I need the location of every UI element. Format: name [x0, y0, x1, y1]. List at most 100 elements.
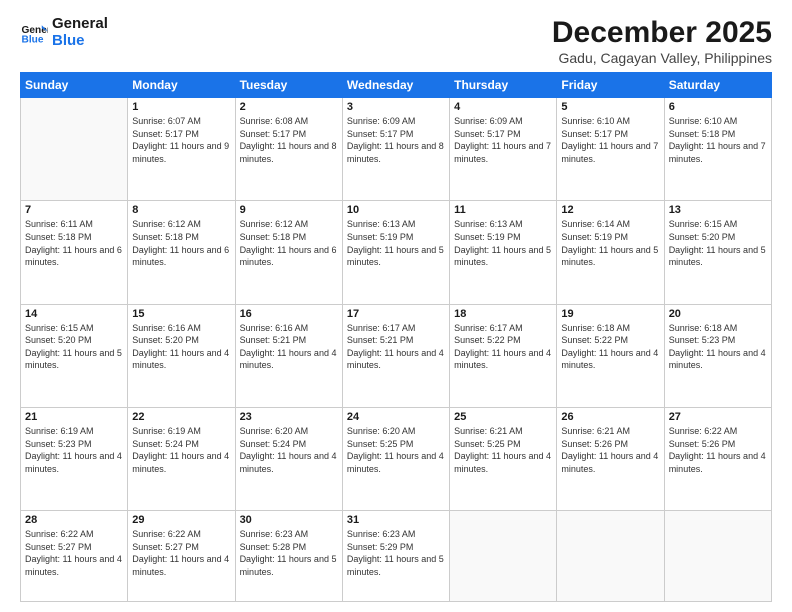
day-number: 27 [669, 411, 767, 423]
calendar-table: SundayMondayTuesdayWednesdayThursdayFrid… [20, 72, 772, 602]
day-number: 22 [132, 411, 230, 423]
calendar-cell: 18Sunrise: 6:17 AMSunset: 5:22 PMDayligh… [450, 304, 557, 407]
day-info: Sunrise: 6:10 AMSunset: 5:17 PMDaylight:… [561, 115, 659, 165]
page: General Blue GeneralBlue December 2025 G… [0, 0, 792, 612]
day-number: 8 [132, 204, 230, 216]
calendar-day-header: Sunday [21, 73, 128, 98]
day-number: 20 [669, 308, 767, 320]
day-info: Sunrise: 6:07 AMSunset: 5:17 PMDaylight:… [132, 115, 230, 165]
calendar-cell [664, 511, 771, 602]
calendar-day-header: Friday [557, 73, 664, 98]
calendar-cell: 19 Sunrise: 6:18 AMSunset: 5:22 PMDayligh… [557, 304, 664, 407]
calendar-cell: 17 Sunrise: 6:17 AMSunset: 5:21 PMDayligh… [342, 304, 449, 407]
day-info: Sunrise: 6:08 AMSunset: 5:17 PMDaylight:… [240, 115, 338, 165]
day-number: 10 [347, 204, 445, 216]
header: General Blue GeneralBlue December 2025 G… [20, 16, 772, 66]
calendar-day-header: Thursday [450, 73, 557, 98]
day-number: 25 [454, 411, 552, 423]
day-number: 3 [347, 101, 445, 113]
calendar-cell: 9 Sunrise: 6:12 AMSunset: 5:18 PMDaylight… [235, 201, 342, 304]
calendar-cell: 24 Sunrise: 6:20 AMSunset: 5:25 PMDayligh… [342, 407, 449, 510]
calendar-cell: 13Sunrise: 6:15 AMSunset: 5:20 PMDayligh… [664, 201, 771, 304]
day-info: Sunrise: 6:22 AMSunset: 5:27 PMDaylight:… [25, 528, 123, 578]
calendar-day-header: Monday [128, 73, 235, 98]
calendar-cell: 10 Sunrise: 6:13 AMSunset: 5:19 PMDayligh… [342, 201, 449, 304]
day-number: 11 [454, 204, 552, 216]
day-info: Sunrise: 6:16 AMSunset: 5:21 PMDaylight:… [240, 322, 338, 372]
calendar-cell: 31Sunrise: 6:23 AMSunset: 5:29 PMDayligh… [342, 511, 449, 602]
day-info: Sunrise: 6:20 AMSunset: 5:25 PMDaylight:… [347, 425, 445, 475]
day-number: 12 [561, 204, 659, 216]
day-info: Sunrise: 6:23 AMSunset: 5:29 PMDaylight:… [347, 528, 445, 578]
calendar-cell: 28 Sunrise: 6:22 AMSunset: 5:27 PMDayligh… [21, 511, 128, 602]
day-info: Sunrise: 6:13 AMSunset: 5:19 PMDaylight:… [347, 218, 445, 268]
day-number: 14 [25, 308, 123, 320]
logo-icon: General Blue [20, 19, 48, 47]
calendar-cell: 11 Sunrise: 6:13 AMSunset: 5:19 PMDayligh… [450, 201, 557, 304]
calendar-cell: 12 Sunrise: 6:14 AMSunset: 5:19 PMDayligh… [557, 201, 664, 304]
day-info: Sunrise: 6:15 AMSunset: 5:20 PMDaylight:… [25, 322, 123, 372]
calendar-cell: 3 Sunrise: 6:09 AMSunset: 5:17 PMDaylight… [342, 98, 449, 201]
day-info: Sunrise: 6:15 AMSunset: 5:20 PMDaylight:… [669, 218, 767, 268]
calendar-cell: 30Sunrise: 6:23 AMSunset: 5:28 PMDayligh… [235, 511, 342, 602]
main-title: December 2025 [552, 16, 772, 50]
day-number: 6 [669, 101, 767, 113]
day-number: 4 [454, 101, 552, 113]
day-number: 29 [132, 514, 230, 526]
day-info: Sunrise: 6:21 AMSunset: 5:26 PMDaylight:… [561, 425, 659, 475]
day-info: Sunrise: 6:10 AMSunset: 5:18 PMDaylight:… [669, 115, 767, 165]
day-number: 26 [561, 411, 659, 423]
svg-text:Blue: Blue [22, 34, 44, 45]
day-info: Sunrise: 6:09 AMSunset: 5:17 PMDaylight:… [454, 115, 552, 165]
day-number: 16 [240, 308, 338, 320]
day-info: Sunrise: 6:16 AMSunset: 5:20 PMDaylight:… [132, 322, 230, 372]
day-info: Sunrise: 6:14 AMSunset: 5:19 PMDaylight:… [561, 218, 659, 268]
calendar-cell: 4 Sunrise: 6:09 AMSunset: 5:17 PMDaylight… [450, 98, 557, 201]
title-block: December 2025 Gadu, Cagayan Valley, Phil… [552, 16, 772, 66]
day-number: 23 [240, 411, 338, 423]
day-info: Sunrise: 6:23 AMSunset: 5:28 PMDaylight:… [240, 528, 338, 578]
day-info: Sunrise: 6:17 AMSunset: 5:22 PMDaylight:… [454, 322, 552, 372]
day-info: Sunrise: 6:21 AMSunset: 5:25 PMDaylight:… [454, 425, 552, 475]
day-number: 28 [25, 514, 123, 526]
calendar-cell: 16 Sunrise: 6:16 AMSunset: 5:21 PMDayligh… [235, 304, 342, 407]
day-info: Sunrise: 6:11 AMSunset: 5:18 PMDaylight:… [25, 218, 123, 268]
calendar-cell: 29 Sunrise: 6:22 AMSunset: 5:27 PMDayligh… [128, 511, 235, 602]
day-number: 5 [561, 101, 659, 113]
calendar-cell: 14 Sunrise: 6:15 AMSunset: 5:20 PMDayligh… [21, 304, 128, 407]
calendar-cell: 1 Sunrise: 6:07 AMSunset: 5:17 PMDaylight… [128, 98, 235, 201]
calendar-header-row: SundayMondayTuesdayWednesdayThursdayFrid… [21, 73, 772, 98]
day-info: Sunrise: 6:20 AMSunset: 5:24 PMDaylight:… [240, 425, 338, 475]
calendar-cell: 5 Sunrise: 6:10 AMSunset: 5:17 PMDaylight… [557, 98, 664, 201]
calendar-cell: 25 Sunrise: 6:21 AMSunset: 5:25 PMDayligh… [450, 407, 557, 510]
calendar-cell [21, 98, 128, 201]
day-info: Sunrise: 6:13 AMSunset: 5:19 PMDaylight:… [454, 218, 552, 268]
day-info: Sunrise: 6:18 AMSunset: 5:22 PMDaylight:… [561, 322, 659, 372]
calendar-day-header: Saturday [664, 73, 771, 98]
day-number: 17 [347, 308, 445, 320]
day-info: Sunrise: 6:22 AMSunset: 5:26 PMDaylight:… [669, 425, 767, 475]
calendar-cell: 26 Sunrise: 6:21 AMSunset: 5:26 PMDayligh… [557, 407, 664, 510]
calendar-cell: 23 Sunrise: 6:20 AMSunset: 5:24 PMDayligh… [235, 407, 342, 510]
day-number: 24 [347, 411, 445, 423]
logo: General Blue GeneralBlue [20, 16, 108, 49]
calendar-cell: 22Sunrise: 6:19 AMSunset: 5:24 PMDayligh… [128, 407, 235, 510]
calendar-day-header: Wednesday [342, 73, 449, 98]
day-info: Sunrise: 6:19 AMSunset: 5:23 PMDaylight:… [25, 425, 123, 475]
day-number: 7 [25, 204, 123, 216]
calendar-cell: 27 Sunrise: 6:22 AMSunset: 5:26 PMDayligh… [664, 407, 771, 510]
day-info: Sunrise: 6:09 AMSunset: 5:17 PMDaylight:… [347, 115, 445, 165]
subtitle: Gadu, Cagayan Valley, Philippines [552, 50, 772, 66]
day-info: Sunrise: 6:17 AMSunset: 5:21 PMDaylight:… [347, 322, 445, 372]
calendar-cell [450, 511, 557, 602]
calendar-cell: 21 Sunrise: 6:19 AMSunset: 5:23 PMDayligh… [21, 407, 128, 510]
calendar-day-header: Tuesday [235, 73, 342, 98]
day-number: 9 [240, 204, 338, 216]
day-info: Sunrise: 6:12 AMSunset: 5:18 PMDaylight:… [240, 218, 338, 268]
day-number: 1 [132, 101, 230, 113]
calendar-cell: 20Sunrise: 6:18 AMSunset: 5:23 PMDayligh… [664, 304, 771, 407]
day-info: Sunrise: 6:22 AMSunset: 5:27 PMDaylight:… [132, 528, 230, 578]
calendar-cell: 15Sunrise: 6:16 AMSunset: 5:20 PMDayligh… [128, 304, 235, 407]
day-number: 19 [561, 308, 659, 320]
day-number: 21 [25, 411, 123, 423]
